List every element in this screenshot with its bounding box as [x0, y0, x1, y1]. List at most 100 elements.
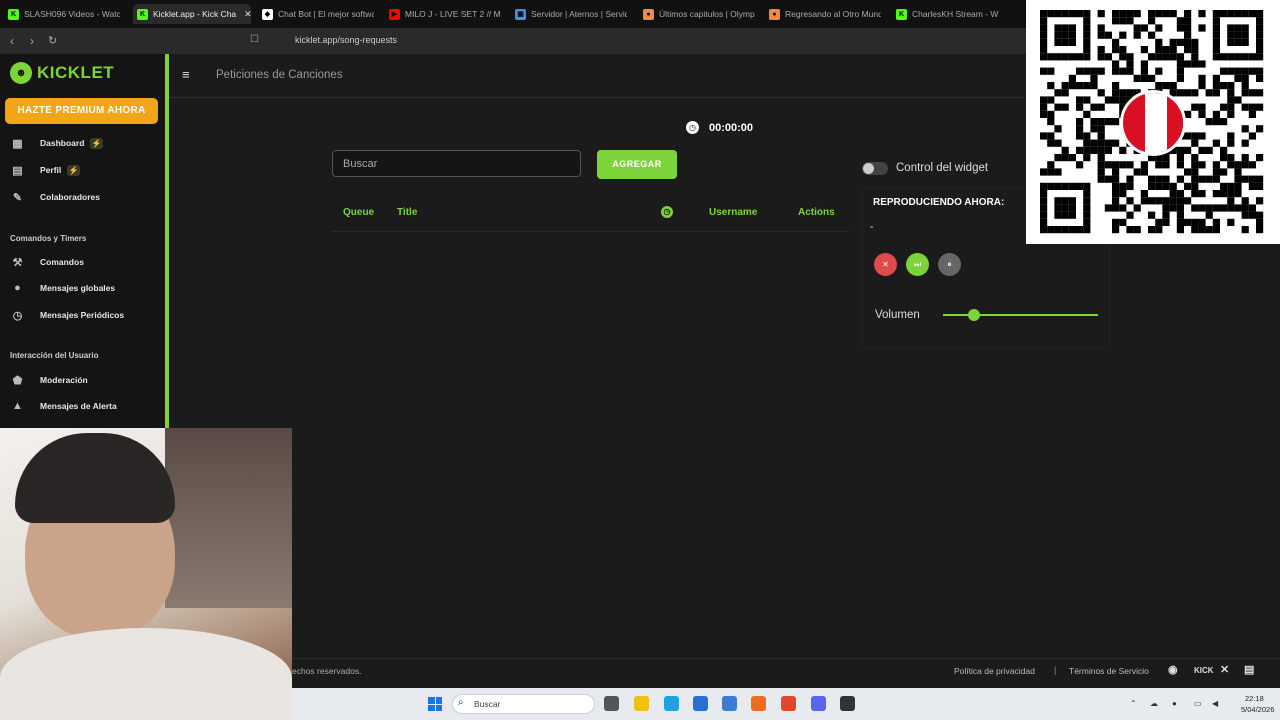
search-input[interactable] [332, 150, 581, 177]
firefox-icon[interactable] [751, 696, 766, 711]
collaborators-icon: ✎ [12, 191, 23, 204]
sidebar-section-interaction: Interacción del Usuario [10, 351, 99, 360]
timer-value: 00:00:00 [709, 121, 754, 134]
webcam-overlay [0, 428, 292, 720]
shield-icon: ⬟ [12, 374, 23, 387]
terms-link[interactable]: Términos de Servicio [1069, 666, 1149, 676]
sidebar-item-mensajes-globales[interactable]: ● Mensajes globales [10, 279, 115, 297]
add-button[interactable]: AGREGAR [597, 150, 677, 179]
skip-button[interactable]: ⏭ [906, 253, 929, 276]
column-duration-icon[interactable]: ◷ [661, 206, 673, 218]
start-icon[interactable] [428, 697, 442, 711]
sidebar-item-colaboradores[interactable]: ✎ Colaboradores [10, 188, 100, 206]
widget-control-toggle[interactable] [862, 162, 888, 175]
column-actions[interactable]: Actions [798, 207, 835, 218]
column-title[interactable]: Title [397, 207, 417, 218]
sidebar-item-label: Dashboard [40, 138, 85, 148]
premium-button[interactable]: HAZTE PREMIUM AHORA [5, 98, 158, 124]
clock-date[interactable]: 5/04/2026 [1241, 705, 1274, 714]
tab-favicon-icon: K [896, 8, 907, 20]
toggle-knob [863, 163, 874, 174]
menu-toggle-icon[interactable]: ≡ [182, 67, 190, 82]
bookmark-icon[interactable]: ☐ [250, 34, 259, 45]
store-icon[interactable] [693, 696, 708, 711]
browser-tab[interactable]: ◆ Chat Bot | El mejor softwa [262, 4, 374, 24]
url-field[interactable]: kicklet.app/song-requests [295, 35, 397, 45]
kicklet-logo-icon: ☻ [10, 62, 32, 84]
table-divider [332, 231, 850, 232]
reload-icon[interactable]: ↻ [48, 34, 57, 47]
tab-label: MILO J - LIVE SET 2 // M.A [405, 9, 501, 19]
column-queue[interactable]: Queue [343, 207, 374, 218]
brave-icon[interactable] [781, 696, 796, 711]
sidebar-item-label: Colaboradores [40, 192, 100, 202]
sidebar-item-comandos[interactable]: ⚒ Comandos [10, 253, 84, 271]
app-icon[interactable] [722, 696, 737, 711]
browser-tab[interactable]: ● Regresando al Otro Mund [769, 4, 881, 24]
obs-icon[interactable] [840, 696, 855, 711]
tab-label: Chat Bot | El mejor softwa [278, 9, 374, 19]
file-explorer-icon[interactable] [634, 696, 649, 711]
lightning-icon: ⚡ [90, 137, 104, 149]
lightning-icon: ⚡ [67, 164, 81, 176]
discord-icon[interactable]: ◉ [1168, 663, 1178, 676]
volume-slider-thumb[interactable] [968, 309, 980, 321]
browser-tab[interactable]: ▣ Servidor | Aternos | Servid [515, 4, 627, 24]
sidebar-item-dashboard[interactable]: ▦ Dashboard ⚡ [10, 134, 104, 152]
warning-icon: ▲ [12, 400, 23, 412]
taskbar-search-label: Buscar [474, 699, 501, 709]
network-icon[interactable]: ▭ [1194, 699, 1202, 708]
kick-icon[interactable]: KICK [1194, 666, 1214, 675]
stop-button[interactable]: ✕ [874, 253, 897, 276]
clock-time[interactable]: 22:18 [1245, 694, 1264, 703]
dashboard-icon: ▦ [12, 137, 23, 150]
kicklet-logo[interactable]: ☻ KICKLET [10, 62, 114, 84]
volume-slider-track[interactable] [943, 314, 1098, 316]
sidebar-section-commands: Comandos y Timers [10, 234, 87, 243]
discord-app-icon[interactable] [811, 696, 826, 711]
sidebar-item-label: Mensajes Periódicos [40, 310, 125, 320]
sidebar-item-mensajes-peri-dicos[interactable]: ◷ Mensajes Periódicos [10, 306, 124, 324]
docs-icon[interactable]: ▤ [1244, 663, 1254, 676]
edge-icon[interactable] [664, 696, 679, 711]
sidebar-item-perfil[interactable]: ▤ Perfil ⚡ [10, 161, 81, 179]
webcam-background [165, 428, 292, 608]
now-playing-label: REPRODUCIENDO AHORA: [873, 197, 1005, 208]
search-icon: ⌕ [458, 697, 464, 708]
now-playing-value: - [870, 222, 874, 233]
tab-favicon-icon: K [8, 8, 19, 20]
peru-flag-icon [1120, 90, 1186, 156]
tab-label: SLASH096 Videos - Watch [24, 9, 120, 19]
cloud-icon[interactable]: ☁ [1150, 699, 1158, 708]
clock-icon: ◷ [686, 121, 699, 134]
volume-label: Volumen [875, 309, 920, 321]
microphone-icon[interactable]: ● [1172, 699, 1177, 708]
volume-icon[interactable]: ◀ [1212, 699, 1218, 708]
sidebar-item-moderaci-n[interactable]: ⬟ Moderación [10, 371, 88, 389]
column-username[interactable]: Username [709, 207, 757, 218]
sidebar-item-mensajes-de-alerta[interactable]: ▲ Mensajes de Alerta [10, 397, 117, 415]
webcam-beanie [15, 433, 175, 523]
profile-icon: ▤ [12, 164, 23, 177]
task-view-icon[interactable] [604, 696, 619, 711]
tab-label: Últimos capitulos | Olymp [659, 9, 755, 19]
chevron-up-icon[interactable]: ⌃ [1130, 699, 1137, 708]
tab-close-icon[interactable]: ✕ [244, 9, 251, 20]
forward-icon[interactable]: › [30, 34, 34, 48]
sidebar-item-label: Comandos [40, 257, 84, 267]
sidebar-item-label: Mensajes globales [40, 283, 116, 293]
pause-button[interactable]: ⏸ [938, 253, 961, 276]
browser-tab[interactable]: K CharlesKH Stream - W [896, 4, 1008, 24]
browser-tab[interactable]: K SLASH096 Videos - Watch [8, 4, 120, 24]
browser-tab[interactable]: K Kicklet.app - Kick Cha ✕ [133, 4, 251, 24]
sidebar-item-label: Perfil [40, 165, 62, 175]
privacy-link[interactable]: Política de privacidad [954, 666, 1035, 676]
tab-favicon-icon: ● [643, 8, 654, 20]
browser-tab[interactable]: ▶ MILO J - LIVE SET 2 // M.A [389, 4, 501, 24]
logo-text: KICKLET [37, 63, 115, 82]
tab-label: Regresando al Otro Mund [785, 9, 881, 19]
sidebar-item-label: Mensajes de Alerta [40, 401, 117, 411]
x-icon[interactable]: ✕ [1220, 663, 1229, 676]
browser-tab[interactable]: ● Últimos capitulos | Olymp [643, 4, 755, 24]
back-icon[interactable]: ‹ [10, 34, 14, 48]
